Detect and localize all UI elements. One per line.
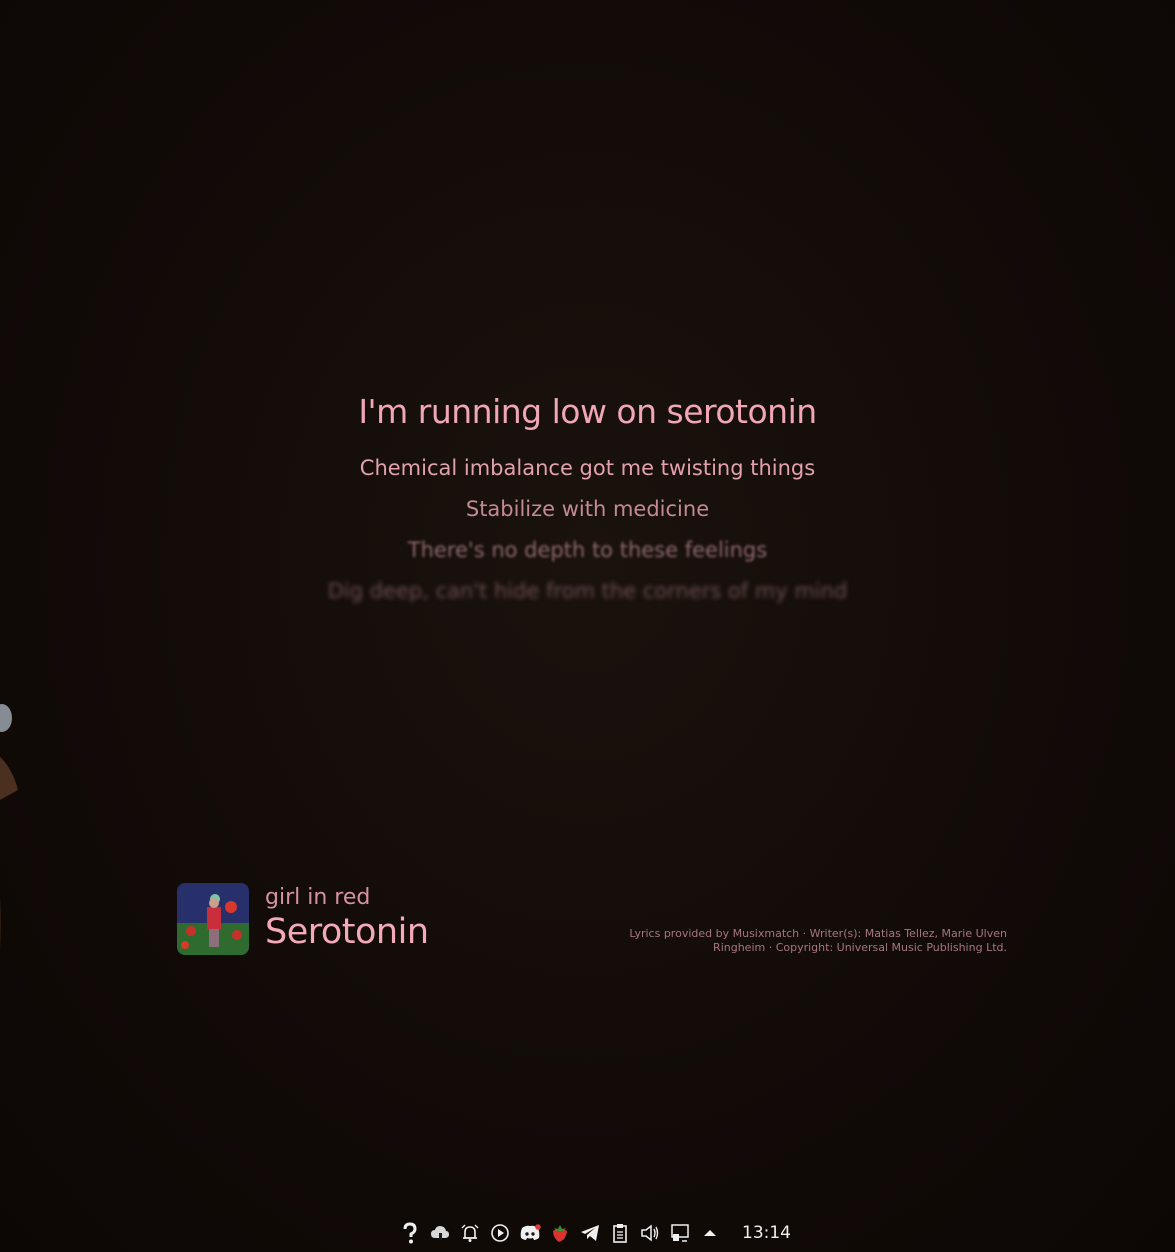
- lyrics-panel: I'm running low on serotonin Chemical im…: [0, 388, 1175, 694]
- network-icon[interactable]: [668, 1221, 692, 1245]
- lyric-line[interactable]: [0, 653, 1175, 694]
- artist-name[interactable]: girl in red: [265, 885, 429, 911]
- track-meta: girl in red Serotonin: [265, 885, 429, 953]
- strawberry-icon[interactable]: [548, 1221, 572, 1245]
- volume-icon[interactable]: [638, 1221, 662, 1245]
- lyric-line[interactable]: Dig deep, can't hide from the corners of…: [0, 571, 1175, 612]
- lyric-line[interactable]: Chemical imbalance got me twisting thing…: [0, 448, 1175, 489]
- system-tray: 13:14: [398, 1218, 791, 1248]
- track-title[interactable]: Serotonin: [265, 911, 429, 953]
- lyric-line[interactable]: [0, 612, 1175, 653]
- background-figure: [0, 704, 18, 950]
- bell-icon[interactable]: [458, 1221, 482, 1245]
- lyrics-credits: Lyrics provided by Musixmatch · Writer(s…: [629, 927, 1007, 954]
- album-cover[interactable]: [177, 883, 249, 955]
- clipboard-icon[interactable]: [608, 1221, 632, 1245]
- discord-icon[interactable]: [518, 1221, 542, 1245]
- now-playing: girl in red Serotonin: [177, 883, 429, 955]
- taskbar-clock[interactable]: 13:14: [742, 1223, 791, 1243]
- lyric-line[interactable]: There's no depth to these feelings: [0, 530, 1175, 571]
- help-icon[interactable]: [398, 1221, 422, 1245]
- lyric-line[interactable]: Stabilize with medicine: [0, 489, 1175, 530]
- chevron-up-icon[interactable]: [698, 1221, 722, 1245]
- lyrics-screen: I'm running low on serotonin Chemical im…: [0, 0, 1175, 1252]
- lyric-line-active[interactable]: I'm running low on serotonin: [0, 388, 1175, 436]
- play-circle-icon[interactable]: [488, 1221, 512, 1245]
- cloud-icon[interactable]: [428, 1221, 452, 1245]
- telegram-icon[interactable]: [578, 1221, 602, 1245]
